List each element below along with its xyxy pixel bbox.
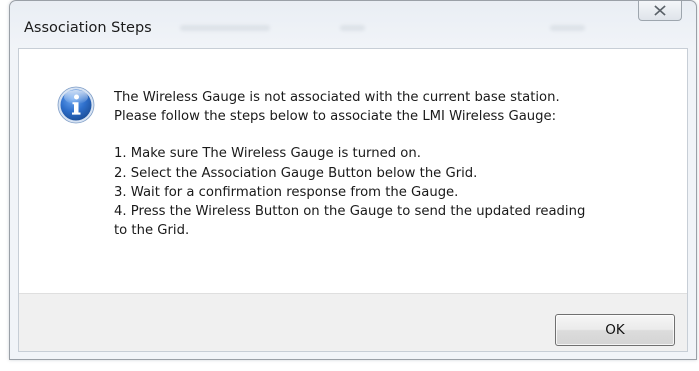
- steps-list: 1. Make sure The Wireless Gauge is turne…: [114, 144, 674, 240]
- dialog-client-area: The Wireless Gauge is not associated wit…: [18, 48, 688, 352]
- message-area: The Wireless Gauge is not associated wit…: [19, 49, 687, 293]
- step-item: to the Grid.: [114, 223, 190, 239]
- background-blur: [550, 25, 585, 31]
- dialog-message: The Wireless Gauge is not associated wit…: [114, 88, 674, 240]
- step-item: 4. Press the Wireless Button on the Gaug…: [114, 204, 586, 220]
- close-button[interactable]: [638, 1, 682, 21]
- background-blur: [340, 25, 365, 31]
- message-line: Please follow the steps below to associa…: [114, 109, 557, 125]
- step-item: 3. Wait for a confirmation response from…: [114, 184, 459, 200]
- ok-button[interactable]: OK: [555, 314, 675, 346]
- step-item: 1. Make sure The Wireless Gauge is turne…: [114, 146, 421, 162]
- information-icon: [57, 86, 95, 124]
- dialog-window: Association Steps The Wireless Gauge is …: [9, 0, 697, 360]
- title-bar[interactable]: Association Steps: [10, 1, 696, 47]
- background-blur: [180, 25, 270, 31]
- button-area: OK: [19, 293, 687, 351]
- step-item: 2. Select the Association Gauge Button b…: [114, 165, 478, 181]
- message-line: The Wireless Gauge is not associated wit…: [114, 90, 560, 105]
- window-title: Association Steps: [24, 20, 152, 36]
- close-icon: [654, 5, 666, 16]
